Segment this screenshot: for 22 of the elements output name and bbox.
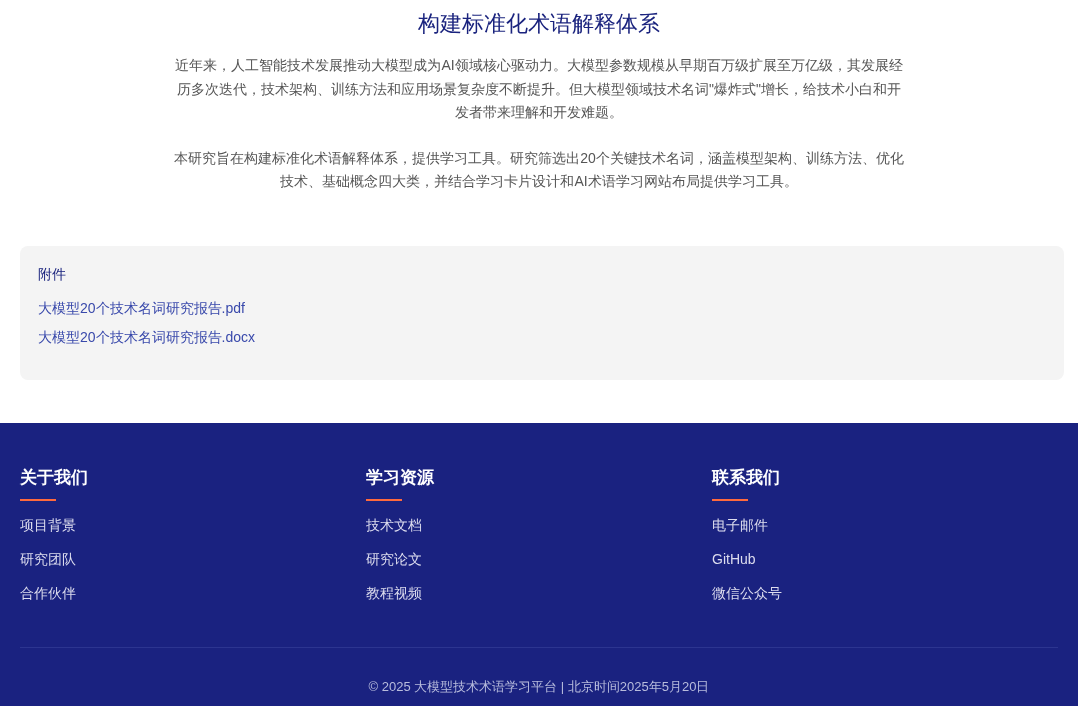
- footer-link[interactable]: 电子邮件: [712, 514, 768, 535]
- footer-link[interactable]: 合作伙伴: [20, 582, 76, 603]
- footer-link[interactable]: 项目背景: [20, 514, 76, 535]
- heading-underline: [712, 498, 748, 501]
- footer-link[interactable]: 微信公众号: [712, 582, 782, 603]
- heading-underline: [366, 498, 402, 501]
- attachments-title: 附件: [38, 264, 66, 284]
- footer-link[interactable]: 研究团队: [20, 548, 76, 569]
- section-title: 构建标准化术语解释体系: [418, 10, 660, 38]
- footer-link[interactable]: 教程视频: [366, 582, 422, 603]
- intro-paragraph: 近年来，人工智能技术发展推动大模型成为AI领域核心驱动力。大模型参数规模从早期百万级扩展至万亿级，其发展经历多次迭代，技术架构、训练方法和应用场景复杂度不断提升。但大模型领域技术名词"爆炸式"增长，给技术小白和开发者带来理解和开发难题。: [174, 56, 904, 122]
- file-link[interactable]: 大模型20个技术名词研究报告.pdf: [38, 297, 245, 318]
- file-link[interactable]: 大模型20个技术名词研究报告.docx: [38, 326, 256, 347]
- footer-link[interactable]: 技术文档: [366, 514, 422, 535]
- footer-heading: 联系我们: [712, 466, 780, 489]
- footer-link[interactable]: GitHub: [712, 548, 756, 569]
- footer-heading: 学习资源: [366, 466, 434, 489]
- copyright-text: © 2025 大模型技术术语学习平台 | 北京时间2025年5月20日: [367, 677, 711, 696]
- heading-underline: [20, 498, 56, 501]
- intro-paragraph: 本研究旨在构建标准化术语解释体系，提供学习工具。研究筛选出20个关键技术名词，涵盖模型架构、训练方法、优化技术、基础概念四大类，并结合学习卡片设计和AI术语学习网站布局提供学习工具。: [174, 148, 904, 191]
- footer-heading: 关于我们: [20, 466, 88, 489]
- footer-link[interactable]: 研究论文: [366, 548, 422, 569]
